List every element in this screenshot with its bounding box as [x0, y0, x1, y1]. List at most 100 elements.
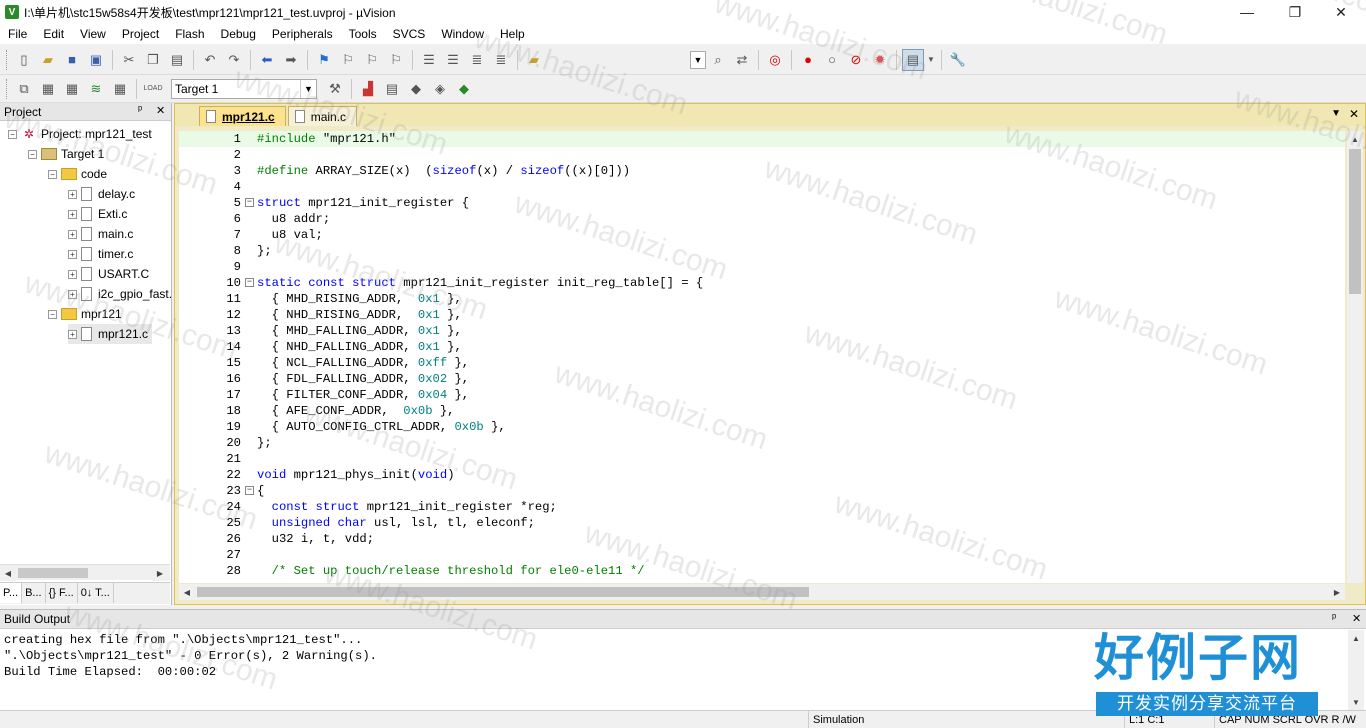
menu-window[interactable]: Window	[433, 24, 492, 44]
disable-all-breakpoints-icon[interactable]: ✹	[869, 49, 891, 71]
menu-debug[interactable]: Debug	[213, 24, 264, 44]
menu-peripherals[interactable]: Peripherals	[264, 24, 341, 44]
tab-books[interactable]: B...	[22, 583, 46, 603]
kill-breakpoints-icon[interactable]: ⊘	[845, 49, 867, 71]
new-file-icon[interactable]: ▯	[13, 49, 35, 71]
stop-build-icon[interactable]: ▦	[109, 78, 131, 100]
unindent-icon[interactable]: ☰	[442, 49, 464, 71]
tree-file-item[interactable]: + main.c	[68, 224, 133, 244]
tab-mpr121-c[interactable]: mpr121.c	[199, 106, 286, 126]
window-layout-icon[interactable]: ▤	[902, 48, 924, 71]
collapse-icon[interactable]: −	[48, 169, 57, 179]
scrollbar-thumb[interactable]	[18, 568, 88, 578]
breakpoint-icon[interactable]: ●	[797, 49, 819, 71]
scroll-left-icon[interactable]: ◀	[0, 565, 16, 581]
menu-tools[interactable]: Tools	[341, 24, 385, 44]
close-icon[interactable]: ✕	[156, 104, 165, 117]
pin-icon[interactable]: ᵖ	[1332, 612, 1336, 624]
pin-icon[interactable]: ᵖ	[138, 104, 142, 116]
tree-target[interactable]: − Target 1	[28, 144, 104, 164]
window-layout-dropdown-icon[interactable]: ▼	[926, 49, 936, 71]
close-button[interactable]: ✕	[1318, 0, 1364, 24]
tab-main-c[interactable]: main.c	[287, 106, 358, 126]
tree-project-root[interactable]: − ✲ Project: mpr121_test	[8, 124, 152, 144]
tab-project[interactable]: P...	[0, 583, 23, 603]
undo-icon[interactable]: ↶	[199, 49, 221, 71]
scroll-left-icon[interactable]: ◀	[179, 584, 195, 600]
expand-icon[interactable]: +	[68, 189, 77, 199]
maximize-button[interactable]: ❐	[1272, 0, 1318, 24]
collapse-icon[interactable]: −	[28, 149, 37, 159]
bookmark-icon[interactable]: ⚑	[313, 49, 335, 71]
download-icon[interactable]: LOAD	[142, 78, 164, 100]
find-in-files-icon[interactable]: ▰	[523, 49, 545, 71]
menu-help[interactable]: Help	[492, 24, 533, 44]
next-bookmark-icon[interactable]: ⚐	[361, 49, 383, 71]
navigate-back-icon[interactable]: ⬅	[256, 49, 278, 71]
editor-vertical-scrollbar[interactable]: ▲	[1347, 131, 1363, 583]
fold-toggle-icon[interactable]: −	[245, 278, 254, 287]
menu-view[interactable]: View	[72, 24, 114, 44]
minimize-button[interactable]: —	[1224, 0, 1270, 24]
clear-bookmarks-icon[interactable]: ⚐	[385, 49, 407, 71]
menu-edit[interactable]: Edit	[35, 24, 72, 44]
cut-icon[interactable]: ✂	[118, 49, 140, 71]
pack-installer-icon[interactable]: ◆	[405, 78, 427, 100]
translate-icon[interactable]: ⧉	[13, 78, 35, 100]
select-device-icon[interactable]: ▤	[381, 78, 403, 100]
find-combo-dropdown[interactable]: ▼	[690, 50, 706, 69]
tree-file-item[interactable]: + timer.c	[68, 244, 133, 264]
tree-horizontal-scrollbar[interactable]: ◀ ▶	[0, 564, 170, 581]
paste-icon[interactable]: ▤	[166, 49, 188, 71]
collapse-icon[interactable]: −	[8, 129, 17, 139]
uncomment-icon[interactable]: ≣	[490, 49, 512, 71]
debug-session-icon[interactable]: ◎	[764, 49, 786, 71]
expand-icon[interactable]: +	[68, 329, 77, 339]
scroll-right-icon[interactable]: ▶	[1329, 584, 1345, 600]
toolbar-grip[interactable]	[6, 78, 9, 99]
find-icon[interactable]: ⌕	[707, 49, 729, 71]
menu-project[interactable]: Project	[114, 24, 167, 44]
menu-svcs[interactable]: SVCS	[385, 24, 434, 44]
disable-breakpoint-icon[interactable]: ○	[821, 49, 843, 71]
expand-icon[interactable]: +	[68, 249, 77, 259]
fold-toggle-icon[interactable]: −	[245, 198, 254, 207]
expand-icon[interactable]: +	[68, 209, 77, 219]
tree-group-code[interactable]: − code	[48, 164, 107, 184]
editor-horizontal-scrollbar[interactable]: ◀ ▶	[179, 584, 1345, 600]
target-options-icon[interactable]: ⚒	[324, 78, 346, 100]
scroll-up-icon[interactable]: ▲	[1348, 630, 1364, 646]
scrollbar-thumb[interactable]	[197, 587, 809, 597]
code-editor[interactable]: 1 #include "mpr121.h" 2 3 #define ARRAY_SIZE…	[179, 131, 1345, 583]
batch-build-icon[interactable]: ≋	[85, 78, 107, 100]
tree-file-item[interactable]: + delay.c	[68, 184, 135, 204]
prev-bookmark-icon[interactable]: ⚐	[337, 49, 359, 71]
collapse-icon[interactable]: −	[48, 309, 57, 319]
tab-list-icon[interactable]: ▼	[1331, 108, 1341, 119]
open-folder-icon[interactable]: ▰	[37, 49, 59, 71]
tree-group-mpr121[interactable]: − mpr121	[48, 304, 122, 324]
scroll-up-icon[interactable]: ▲	[1347, 131, 1363, 147]
configure-icon[interactable]: 🔧	[947, 49, 969, 71]
menu-file[interactable]: File	[0, 24, 35, 44]
indent-icon[interactable]: ☰	[418, 49, 440, 71]
build-output-scrollbar[interactable]: ▲ ▼	[1348, 630, 1364, 710]
scroll-right-icon[interactable]: ▶	[152, 565, 168, 581]
manage-project-items-icon[interactable]: ▟	[357, 78, 379, 100]
copy-icon[interactable]: ❐	[142, 49, 164, 71]
menu-flash[interactable]: Flash	[167, 24, 212, 44]
run-time-env-icon[interactable]: ◆	[453, 78, 475, 100]
expand-icon[interactable]: +	[68, 269, 77, 279]
incremental-find-icon[interactable]: ⇄	[731, 49, 753, 71]
tree-file-item[interactable]: + mpr121.c	[68, 324, 153, 344]
tab-functions[interactable]: {} F...	[46, 583, 78, 603]
scroll-down-icon[interactable]: ▼	[1348, 694, 1364, 710]
rebuild-icon[interactable]: ▦	[61, 78, 83, 100]
tree-file-item[interactable]: + Exti.c	[68, 204, 127, 224]
save-icon[interactable]: ■	[61, 49, 83, 71]
build-icon[interactable]: ▦	[37, 78, 59, 100]
tab-templates[interactable]: 0↓ T...	[78, 583, 114, 603]
navigate-forward-icon[interactable]: ➡	[280, 49, 302, 71]
scrollbar-thumb[interactable]	[1349, 149, 1361, 294]
tree-file-item[interactable]: + USART.C	[68, 264, 149, 284]
